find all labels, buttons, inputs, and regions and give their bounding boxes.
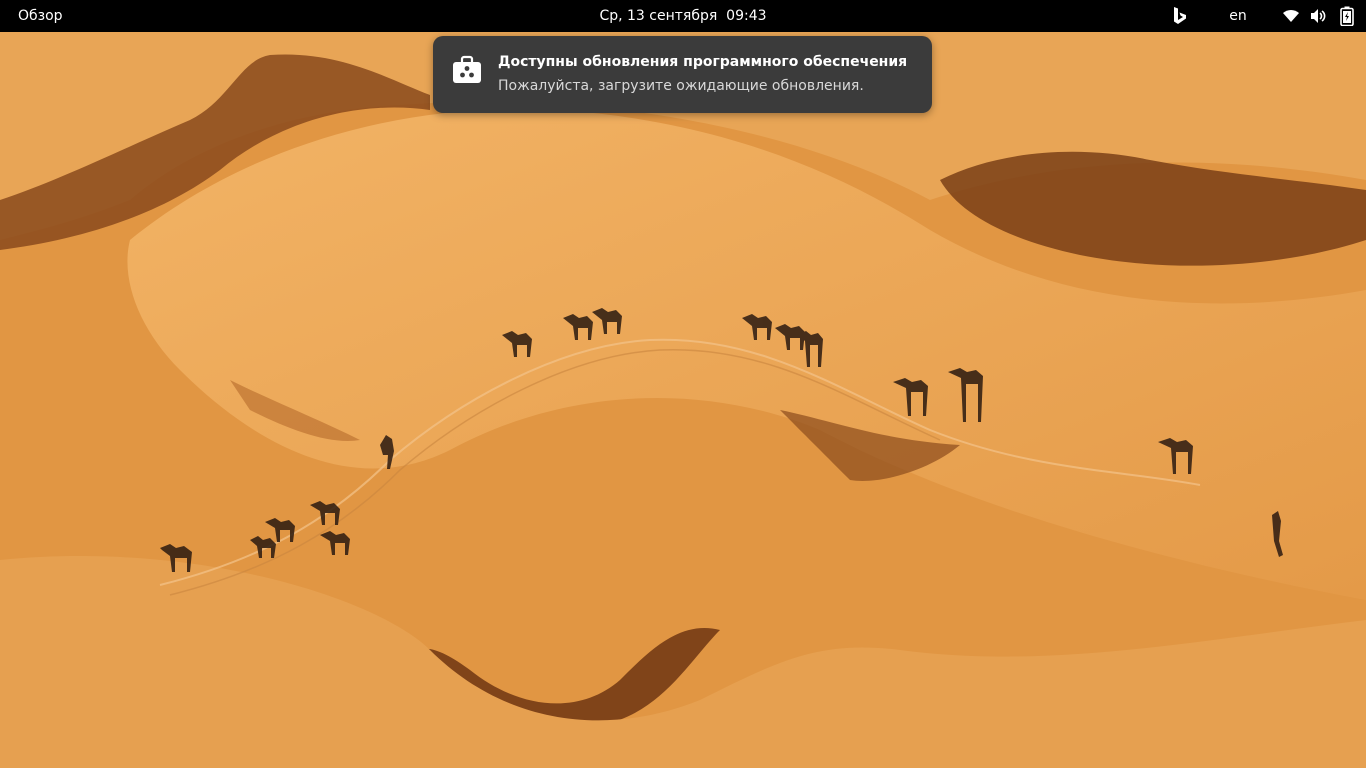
keyboard-layout-indicator[interactable]: en — [1226, 4, 1250, 28]
volume-icon — [1311, 9, 1326, 23]
clock-date: Ср, 13 сентября — [599, 8, 718, 24]
notification-title: Доступны обновления программного обеспеч… — [498, 54, 908, 70]
wifi-icon — [1283, 10, 1299, 22]
clock-time: 09:43 — [726, 8, 767, 24]
notification-banner[interactable]: Доступны обновления программного обеспеч… — [433, 36, 932, 113]
desktop: Обзор Ср, 13 сентября 09:43 en Доступны … — [0, 0, 1366, 768]
top-bar: Обзор Ср, 13 сентября 09:43 en — [0, 0, 1366, 32]
battery-icon — [1340, 6, 1354, 26]
activities-button[interactable]: Обзор — [8, 2, 73, 30]
desert-wallpaper — [0, 0, 1366, 768]
bing-icon[interactable] — [1172, 4, 1190, 28]
clock-button[interactable]: Ср, 13 сентября 09:43 — [573, 2, 793, 30]
system-menu-button[interactable] — [1280, 4, 1360, 28]
software-center-icon — [453, 55, 481, 83]
notification-body: Пожалуйста, загрузите ожидающие обновлен… — [498, 78, 864, 94]
